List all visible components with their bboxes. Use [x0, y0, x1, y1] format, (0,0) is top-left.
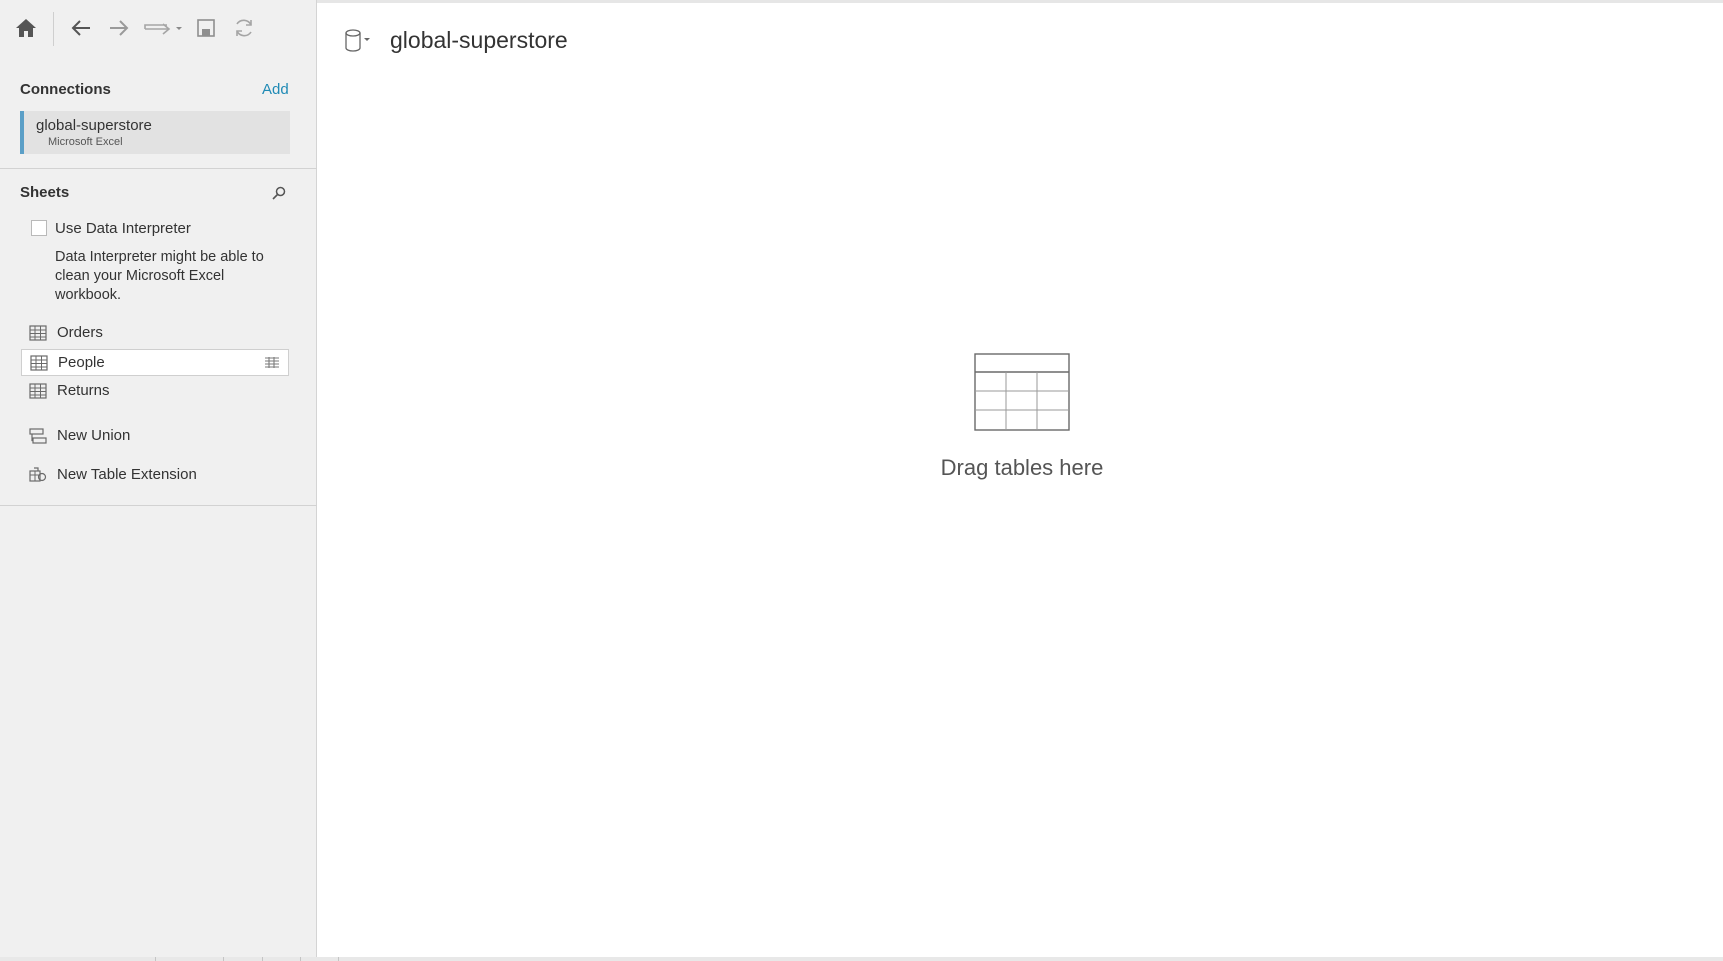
- bottom-tab-bar: [0, 957, 1723, 961]
- join-canvas[interactable]: global-superstore Drag tables here: [318, 3, 1723, 958]
- refresh-icon[interactable]: [230, 14, 258, 42]
- toolbar-separator: [53, 12, 54, 46]
- data-interpreter-checkbox[interactable]: [31, 220, 47, 236]
- empty-table-icon: [974, 353, 1070, 431]
- section-divider: [0, 168, 317, 169]
- new-table-extension-item[interactable]: New Table Extension: [21, 462, 289, 489]
- data-source-sidebar: Connections Add global-superstore Micros…: [0, 0, 317, 961]
- table-icon: [29, 383, 47, 399]
- connections-heading: Connections: [20, 81, 111, 98]
- sheets-heading: Sheets: [20, 184, 70, 201]
- search-sheets-icon[interactable]: [270, 184, 288, 202]
- sheet-label: Returns: [57, 382, 110, 399]
- table-icon: [29, 325, 47, 341]
- sheet-label: Orders: [57, 324, 103, 341]
- back-icon[interactable]: [67, 14, 95, 42]
- sheet-item-orders[interactable]: Orders: [21, 320, 289, 347]
- connection-type: Microsoft Excel: [48, 136, 123, 148]
- table-icon: [30, 355, 48, 371]
- tab-separator: [262, 957, 263, 961]
- add-connection-link[interactable]: Add: [262, 81, 289, 98]
- connection-name: global-superstore: [36, 117, 152, 134]
- new-union-label: New Union: [57, 427, 131, 444]
- save-icon[interactable]: [192, 14, 220, 42]
- datasource-title[interactable]: global-superstore: [390, 27, 568, 54]
- home-icon[interactable]: [12, 14, 40, 42]
- view-data-icon[interactable]: [264, 356, 280, 370]
- section-divider: [0, 505, 317, 506]
- connection-item[interactable]: global-superstore Microsoft Excel: [20, 111, 290, 154]
- union-icon: [29, 428, 47, 444]
- redo-dropdown-icon[interactable]: [142, 14, 188, 42]
- forward-icon[interactable]: [105, 14, 133, 42]
- sheet-item-people[interactable]: People: [21, 349, 289, 376]
- new-table-extension-label: New Table Extension: [57, 466, 197, 483]
- tab-separator: [338, 957, 339, 961]
- data-interpreter-label[interactable]: Use Data Interpreter: [55, 220, 191, 237]
- tab-separator: [223, 957, 224, 961]
- tab-separator: [155, 957, 156, 961]
- data-interpreter-help: Data Interpreter might be able to clean …: [55, 249, 264, 303]
- sheet-label: People: [58, 354, 105, 371]
- toolbar: [0, 8, 317, 48]
- datasource-dropdown-icon[interactable]: [342, 27, 374, 55]
- drop-hint: Drag tables here: [940, 455, 1104, 480]
- new-union-item[interactable]: New Union: [21, 423, 289, 450]
- tab-separator: [300, 957, 301, 961]
- sheet-item-returns[interactable]: Returns: [21, 378, 289, 405]
- table-extension-icon: [29, 467, 47, 482]
